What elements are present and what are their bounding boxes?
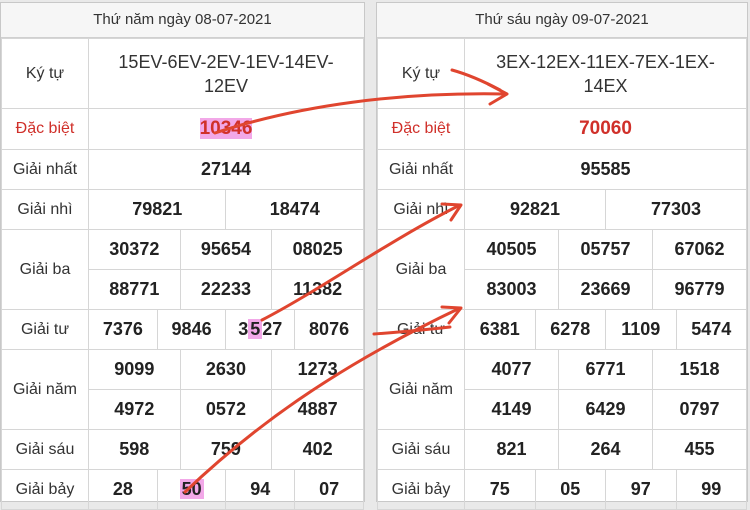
fourth-prize-highlight: 5 — [248, 319, 263, 339]
fifth-prize: 9099 — [88, 349, 181, 390]
results-panel-right: Thứ sáu ngày 09-07-2021 Ký tự 3EX-12EX-1… — [376, 2, 748, 510]
row-label-db: Đặc biệt — [1, 108, 89, 150]
row-label-g3: Giải ba — [1, 229, 89, 310]
fifth-prize: 2630 — [179, 349, 273, 390]
code-line-1: 15EV-6EV-2EV-1EV-14EV- — [118, 51, 334, 72]
fifth-prize: 4887 — [271, 389, 364, 430]
seventh-prize-highlight: 50 — [179, 479, 204, 499]
results-table: Ký tự 15EV-6EV-2EV-1EV-14EV- 12EV Đặc bi… — [1, 38, 364, 510]
third-prize: 40505 — [464, 229, 559, 270]
fifth-prize: 4972 — [88, 389, 181, 430]
third-prize: 96779 — [652, 269, 747, 310]
date-header: Thứ sáu ngày 09-07-2021 — [377, 3, 747, 38]
fourth-prize: 9846 — [156, 309, 227, 350]
fifth-prize: 1518 — [652, 349, 747, 390]
row-label-kytu: Ký tự — [377, 38, 465, 109]
third-prize: 05757 — [558, 229, 653, 270]
fourth-prize: 5474 — [675, 309, 747, 350]
code-line-2: 12EV — [203, 75, 249, 96]
seventh-prize: 50 — [156, 469, 227, 510]
third-prize: 30372 — [88, 229, 181, 270]
second-prize: 77303 — [605, 189, 747, 230]
row-label-g4: Giải tư — [377, 309, 465, 350]
row-label-g4: Giải tư — [1, 309, 89, 350]
fourth-prize: 1109 — [605, 309, 677, 350]
code-cell: 3EX-12EX-11EX-7EX-1EX- 14EX — [464, 38, 747, 109]
fourth-prize: 3 5 27 — [225, 309, 296, 350]
fourth-prize-prefix: 3 — [238, 319, 249, 339]
sixth-prize: 455 — [652, 429, 747, 470]
date-header: Thứ năm ngày 08-07-2021 — [1, 3, 364, 38]
special-prize: 10346 — [88, 108, 364, 150]
sixth-prize: 264 — [558, 429, 653, 470]
third-prize: 67062 — [652, 229, 747, 270]
special-prize: 70060 — [464, 108, 747, 150]
seventh-prize: 05 — [534, 469, 606, 510]
row-label-g7: Giải bảy — [1, 469, 89, 510]
row-label-g5: Giải năm — [377, 349, 465, 430]
third-prize: 11382 — [271, 269, 364, 310]
third-prize: 08025 — [271, 229, 364, 270]
fifth-prize: 6429 — [558, 389, 653, 430]
fifth-prize: 6771 — [558, 349, 653, 390]
seventh-prize: 75 — [464, 469, 536, 510]
second-prize: 79821 — [87, 189, 227, 230]
fourth-prize: 6278 — [534, 309, 606, 350]
seventh-prize: 97 — [605, 469, 677, 510]
third-prize: 83003 — [464, 269, 559, 310]
seventh-prize: 07 — [294, 469, 364, 510]
third-prize: 95654 — [179, 229, 273, 270]
row-label-g2: Giải nhì — [377, 189, 465, 230]
seventh-prize: 28 — [88, 469, 158, 510]
row-label-db: Đặc biệt — [377, 108, 465, 150]
fifth-prize: 4077 — [464, 349, 559, 390]
fifth-prize: 0797 — [652, 389, 747, 430]
special-prize-value: 10346 — [199, 118, 253, 139]
fifth-prize: 4149 — [464, 389, 559, 430]
row-label-g6: Giải sáu — [1, 429, 89, 470]
row-label-g5: Giải năm — [1, 349, 89, 430]
sixth-prize: 402 — [271, 429, 364, 470]
fourth-prize-suffix: 27 — [262, 319, 283, 339]
row-label-g7: Giải bảy — [377, 469, 465, 510]
row-label-g2: Giải nhì — [1, 189, 89, 230]
results-table: Ký tự 3EX-12EX-11EX-7EX-1EX- 14EX Đặc bi… — [377, 38, 747, 510]
row-label-g1: Giải nhất — [377, 149, 465, 190]
sixth-prize: 598 — [88, 429, 181, 470]
first-prize: 27144 — [88, 149, 364, 190]
code-cell: 15EV-6EV-2EV-1EV-14EV- 12EV — [88, 38, 364, 109]
row-label-kytu: Ký tự — [1, 38, 89, 109]
third-prize: 23669 — [558, 269, 653, 310]
special-prize-highlight: 10346 — [199, 118, 253, 139]
first-prize: 95585 — [464, 149, 747, 190]
sixth-prize: 759 — [179, 429, 273, 470]
row-label-g3: Giải ba — [377, 229, 465, 310]
fourth-prize: 8076 — [294, 309, 364, 350]
code-line-1: 3EX-12EX-11EX-7EX-1EX- — [496, 51, 715, 72]
second-prize: 18474 — [225, 189, 364, 230]
sixth-prize: 821 — [464, 429, 559, 470]
fourth-prize: 6381 — [464, 309, 536, 350]
fourth-prize: 7376 — [88, 309, 158, 350]
row-label-g1: Giải nhất — [1, 149, 89, 190]
third-prize: 88771 — [88, 269, 181, 310]
row-label-g6: Giải sáu — [377, 429, 465, 470]
third-prize: 22233 — [179, 269, 273, 310]
fifth-prize: 0572 — [179, 389, 273, 430]
seventh-prize: 99 — [675, 469, 747, 510]
fifth-prize: 1273 — [271, 349, 364, 390]
second-prize: 92821 — [464, 189, 606, 230]
code-line-2: 14EX — [583, 75, 628, 96]
seventh-prize: 94 — [225, 469, 296, 510]
results-panel-left: Thứ năm ngày 08-07-2021 Ký tự 15EV-6EV-2… — [0, 2, 365, 510]
